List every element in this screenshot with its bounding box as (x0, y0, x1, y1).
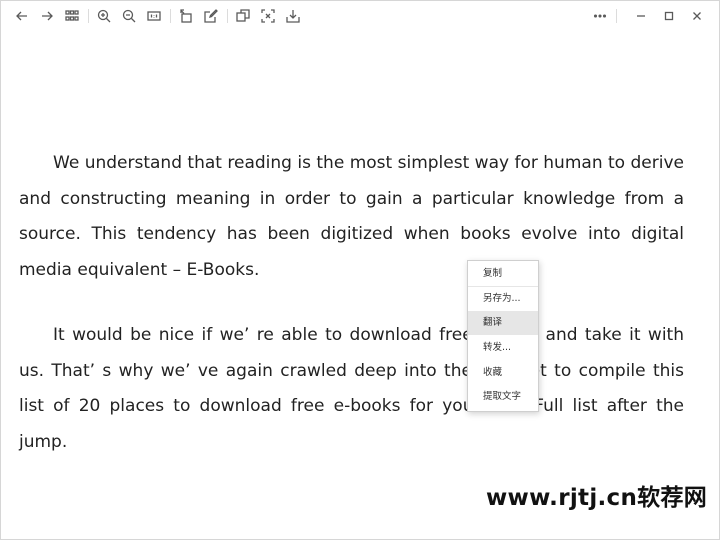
paragraph-1: We understand that reading is the most s… (19, 146, 684, 288)
paragraph-2: It would be nice if we’ re able to downl… (19, 318, 684, 460)
toolbar-divider (170, 9, 171, 23)
window-controls (582, 7, 707, 25)
scan-text-icon[interactable] (259, 7, 277, 25)
close-icon[interactable] (687, 7, 707, 25)
more-icon[interactable] (590, 7, 610, 25)
toolbar-divider (227, 9, 228, 23)
menu-item-save-as[interactable]: 另存为... (468, 287, 538, 311)
image-viewer-window: We understand that reading is the most s… (0, 0, 720, 540)
back-arrow-icon[interactable] (13, 7, 31, 25)
menu-item-translate[interactable]: 翻译 (468, 311, 538, 335)
menu-item-copy[interactable]: 复制 (468, 262, 538, 286)
copy-frame-icon[interactable] (234, 7, 252, 25)
paragraph-2-text: It would be nice if we’ re able to downl… (19, 325, 684, 452)
toolbar-divider (88, 9, 89, 23)
forward-arrow-icon[interactable] (38, 7, 56, 25)
context-menu: 复制 另存为... 翻译 转发... 收藏 提取文字 (467, 260, 539, 412)
toolbar-left-group (13, 7, 309, 25)
zoom-in-icon[interactable] (95, 7, 113, 25)
maximize-icon[interactable] (659, 7, 679, 25)
rotate-icon[interactable] (177, 7, 195, 25)
toolbar-divider (616, 9, 617, 23)
edit-icon[interactable] (202, 7, 220, 25)
download-icon[interactable] (284, 7, 302, 25)
menu-item-extract-text[interactable]: 提取文字 (468, 385, 538, 409)
toolbar (1, 1, 719, 31)
menu-item-favorite[interactable]: 收藏 (468, 361, 538, 385)
document-image: We understand that reading is the most s… (19, 146, 684, 460)
paragraph-1-text: We understand that reading is the most s… (19, 153, 684, 280)
minimize-icon[interactable] (631, 7, 651, 25)
menu-item-forward[interactable]: 转发... (468, 336, 538, 360)
zoom-out-icon[interactable] (120, 7, 138, 25)
watermark-text: www.rjtj.cn软荐网 (486, 485, 708, 511)
actual-size-icon[interactable] (145, 7, 163, 25)
grid-view-icon[interactable] (63, 7, 81, 25)
